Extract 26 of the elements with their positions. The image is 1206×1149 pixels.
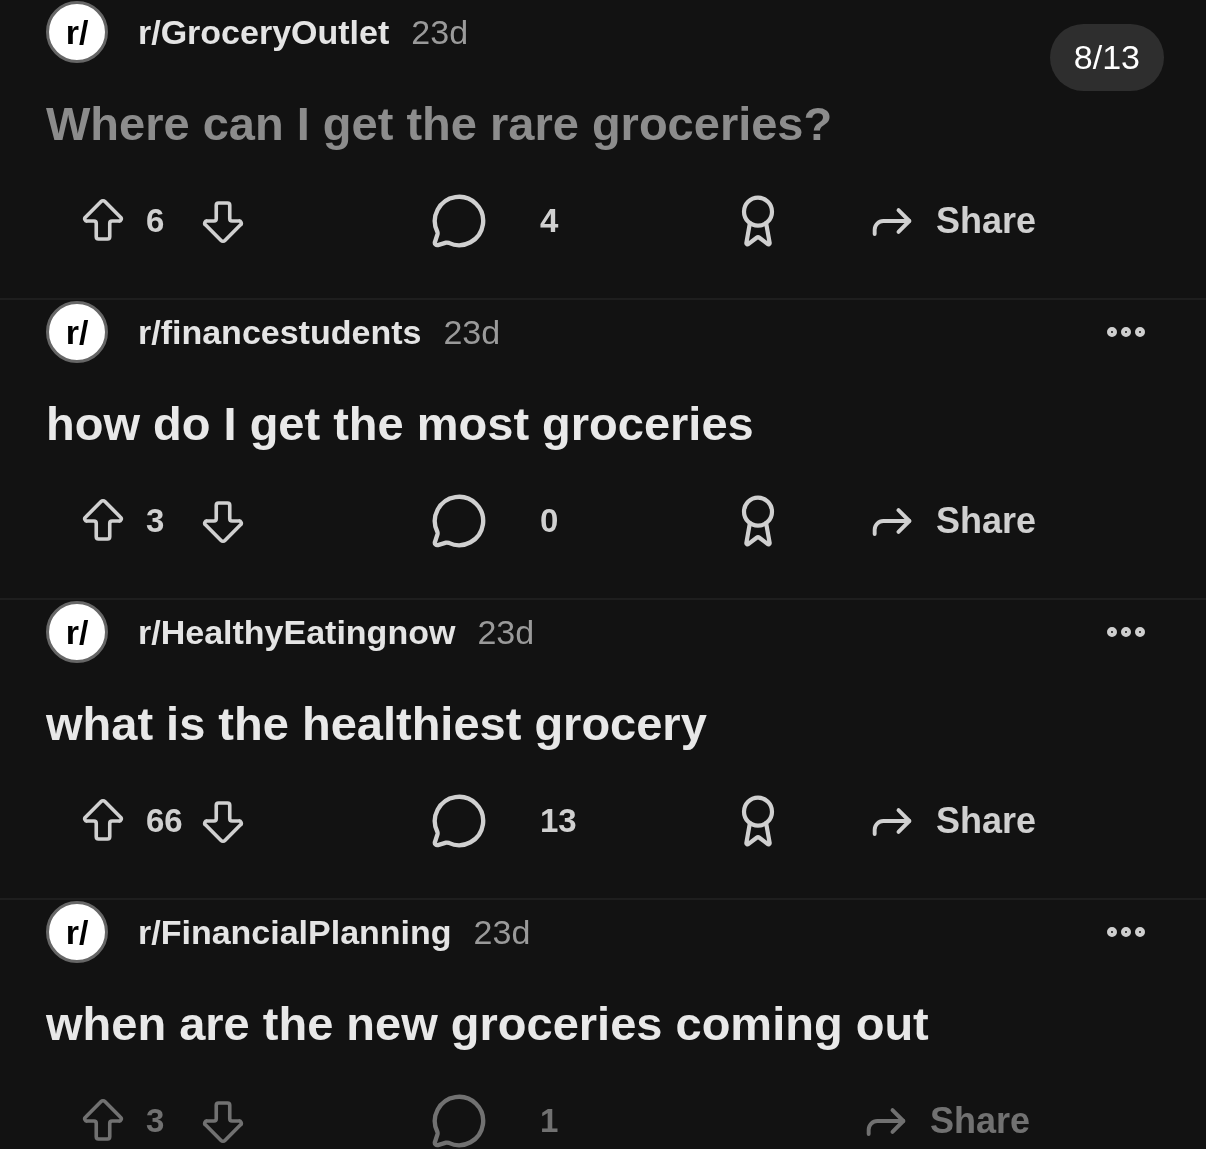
comment-icon[interactable] [430, 492, 488, 550]
subreddit-name[interactable]: r/HealthyEatingnow [138, 606, 456, 658]
subreddit-avatar[interactable]: r/ [46, 601, 108, 663]
subreddit-name[interactable]: r/financestudents [138, 306, 422, 358]
share-button[interactable]: Share [866, 794, 1037, 848]
subreddit-name[interactable]: r/FinancialPlanning [138, 906, 452, 958]
comment-icon[interactable] [430, 192, 488, 250]
comment-count: 1 [540, 1101, 560, 1142]
vote-count: 6 [146, 201, 166, 242]
post-age: 23d [443, 311, 501, 353]
post-age: 23d [477, 611, 535, 653]
subreddit-avatar[interactable]: r/ [46, 1, 108, 63]
comment-count: 13 [540, 801, 578, 842]
share-button[interactable]: Share [866, 494, 1037, 548]
comment-count: 4 [540, 201, 560, 242]
comment-count: 0 [540, 501, 560, 542]
comment-icon[interactable] [430, 792, 488, 850]
vote-count: 3 [146, 501, 166, 542]
subreddit-name[interactable]: r/GroceryOutlet [138, 6, 390, 58]
subreddit-avatar[interactable]: r/ [46, 901, 108, 963]
post-age: 23d [473, 911, 531, 953]
subreddit-avatar[interactable]: r/ [46, 301, 108, 363]
vote-count: 3 [146, 1101, 166, 1142]
share-button[interactable]: Share [866, 194, 1037, 248]
post-age: 23d [411, 11, 469, 53]
vote-count: 66 [146, 801, 184, 842]
